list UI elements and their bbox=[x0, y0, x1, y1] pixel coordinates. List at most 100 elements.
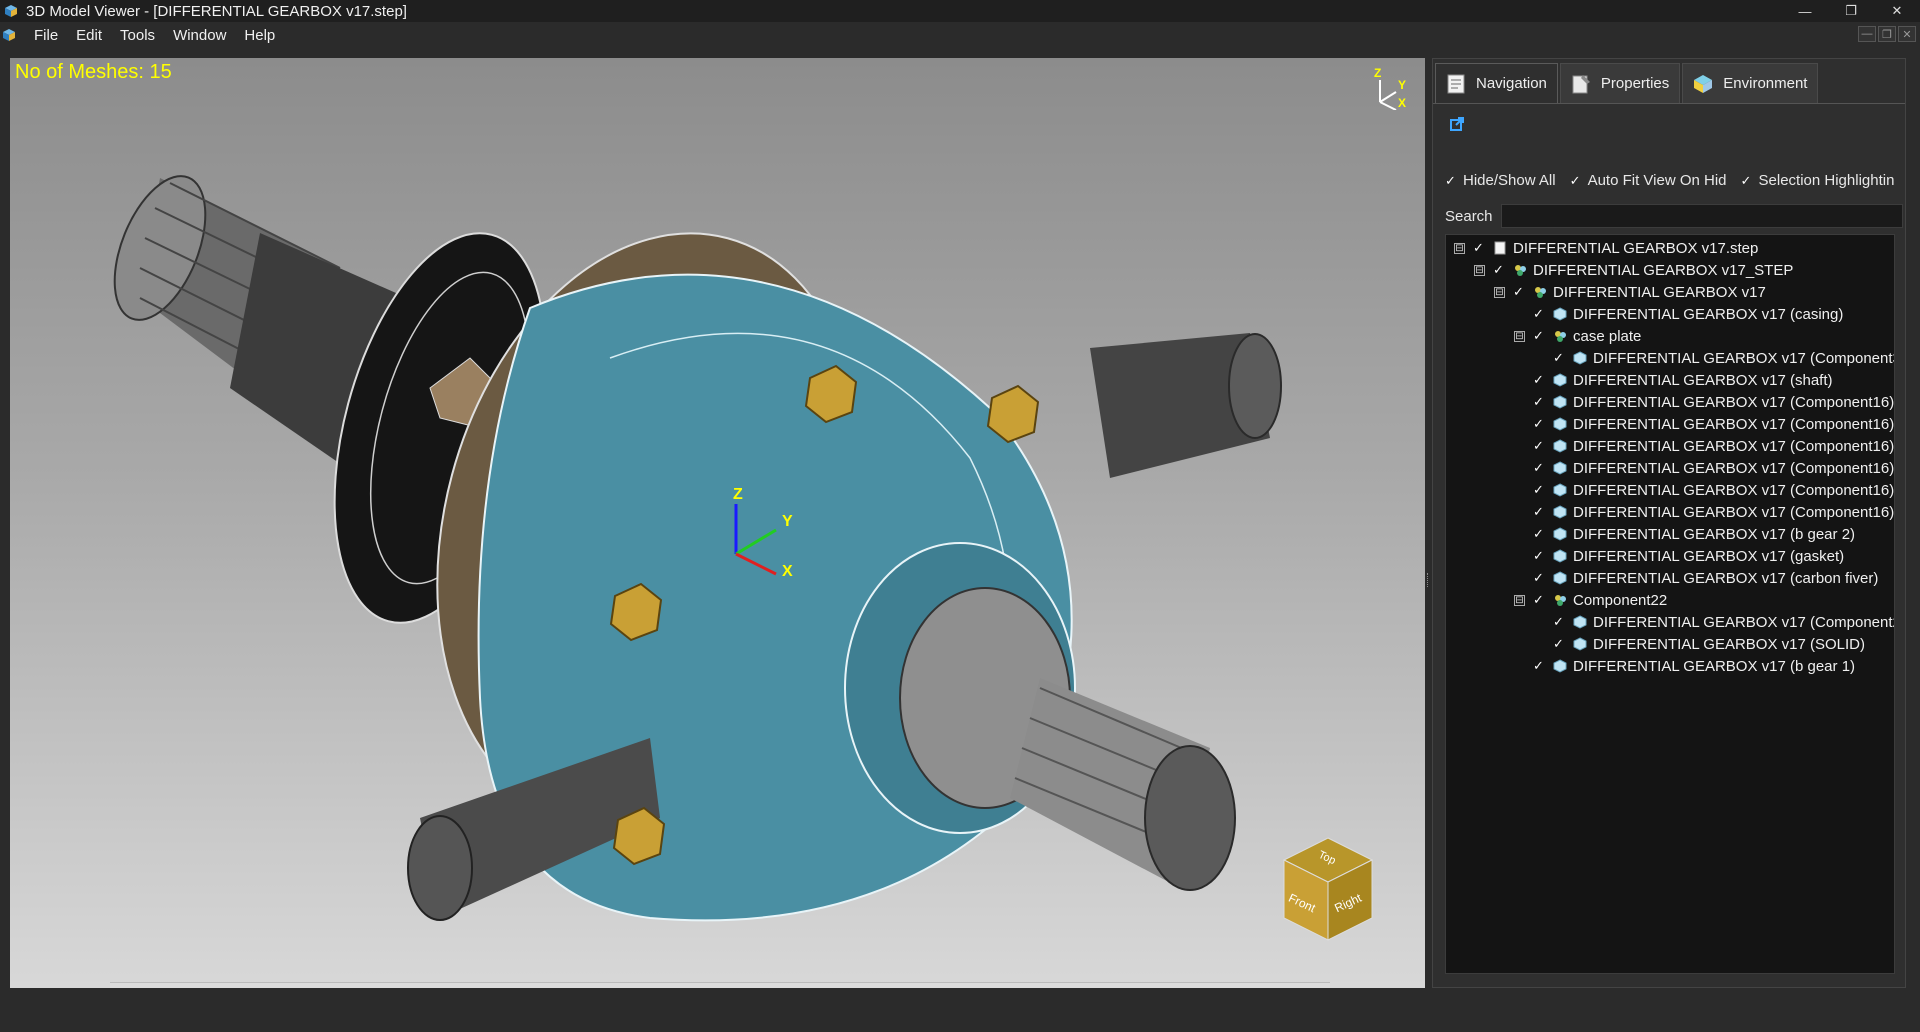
tree-node[interactable]: ✓ DIFFERENTIAL GEARBOX v17 (carbon fiver) bbox=[1514, 567, 1878, 589]
tree-node[interactable]: ⊟ ✓ DIFFERENTIAL GEARBOX v17 bbox=[1494, 281, 1766, 303]
tree-node-checkbox[interactable]: ✓ bbox=[1553, 636, 1565, 652]
part-icon bbox=[1553, 439, 1567, 453]
model-tree[interactable]: ⊟ ✓ DIFFERENTIAL GEARBOX v17.step ⊟ ✓ DIFFERE… bbox=[1445, 234, 1895, 974]
part-icon bbox=[1573, 615, 1587, 629]
tree-node-label: DIFFERENTIAL GEARBOX v17 (carbon fiver) bbox=[1573, 569, 1879, 587]
tree-node-checkbox[interactable]: ✓ bbox=[1533, 548, 1545, 564]
restore-button[interactable]: ❐ bbox=[1828, 0, 1874, 22]
tree-node-checkbox[interactable]: ✓ bbox=[1533, 460, 1545, 476]
menu-tools[interactable]: Tools bbox=[112, 27, 163, 44]
part-icon bbox=[1553, 659, 1567, 673]
menu-file[interactable]: File bbox=[26, 27, 66, 44]
tree-node[interactable]: ✓ DIFFERENTIAL GEARBOX v17 (Component16) bbox=[1514, 457, 1894, 479]
assembly-icon bbox=[1515, 265, 1526, 276]
checkbox-mark[interactable]: ✓ bbox=[1570, 174, 1582, 187]
tree-collapse-toggle[interactable]: ⊟ bbox=[1494, 286, 1505, 298]
tree-node-checkbox[interactable]: ✓ bbox=[1533, 438, 1545, 454]
tree-node[interactable]: ⊟ ✓ DIFFERENTIAL GEARBOX v17_STEP bbox=[1474, 259, 1793, 281]
tree-node[interactable]: ✓ DIFFERENTIAL GEARBOX v17 (Component3) bbox=[1534, 347, 1894, 369]
menu-edit[interactable]: Edit bbox=[68, 27, 110, 44]
tab-properties[interactable]: Properties bbox=[1559, 63, 1681, 103]
tree-node[interactable]: ⊟ ✓ DIFFERENTIAL GEARBOX v17.step bbox=[1454, 237, 1758, 259]
gearbox-model[interactable] bbox=[10, 58, 1425, 988]
tree-node-label: DIFFERENTIAL GEARBOX v17 (casing) bbox=[1573, 305, 1844, 323]
search-input[interactable] bbox=[1500, 204, 1903, 228]
axis-x-label: X bbox=[782, 563, 793, 580]
tree-node-label: DIFFERENTIAL GEARBOX v17_STEP bbox=[1533, 261, 1794, 279]
doc-minimize-button[interactable]: — bbox=[1858, 26, 1876, 42]
panel-tabs: Navigation Properties Environment bbox=[1435, 63, 1820, 103]
tree-node[interactable]: ✓ DIFFERENTIAL GEARBOX v17 (b gear 1) bbox=[1514, 655, 1855, 677]
tree-node-label: case plate bbox=[1573, 327, 1642, 345]
corner-axis-y-label: Y bbox=[1398, 78, 1407, 92]
assembly-icon bbox=[1555, 331, 1566, 342]
tree-node[interactable]: ✓ DIFFERENTIAL GEARBOX v17 (shaft) bbox=[1514, 369, 1833, 391]
tree-node-checkbox[interactable]: ✓ bbox=[1533, 416, 1545, 432]
axis-z-label: Z bbox=[733, 486, 743, 503]
tree-node-label: DIFFERENTIAL GEARBOX v17 (shaft) bbox=[1573, 371, 1833, 389]
side-panel: Navigation Properties Environment ✓ Hide… bbox=[1432, 58, 1906, 988]
navigation-tab-body: ✓ Hide/Show All ✓ Auto Fit View On Hid ✓… bbox=[1433, 103, 1905, 987]
3d-viewport[interactable]: No of Meshes: 15 Z Y X Z Y X Top Front R… bbox=[10, 58, 1425, 988]
tree-node-checkbox[interactable]: ✓ bbox=[1493, 262, 1505, 278]
corner-axis-x-label: X bbox=[1398, 96, 1407, 110]
horizontal-scrollbar[interactable] bbox=[110, 982, 1330, 988]
tree-node-checkbox[interactable]: ✓ bbox=[1533, 658, 1545, 674]
tree-node-checkbox[interactable]: ✓ bbox=[1473, 240, 1485, 256]
tree-node-checkbox[interactable]: ✓ bbox=[1513, 284, 1525, 300]
tab-navigation[interactable]: Navigation bbox=[1435, 63, 1558, 103]
tree-node-label: Component22 bbox=[1573, 591, 1668, 609]
tree-node-checkbox[interactable]: ✓ bbox=[1533, 394, 1545, 410]
doc-close-button[interactable]: ✕ bbox=[1898, 26, 1916, 42]
tree-collapse-toggle[interactable]: ⊟ bbox=[1474, 264, 1485, 276]
view-cube[interactable]: Top Front Right bbox=[1278, 836, 1378, 946]
doc-restore-button[interactable]: ❐ bbox=[1878, 26, 1896, 42]
tree-node[interactable]: ✓ DIFFERENTIAL GEARBOX v17 (Component16) bbox=[1514, 501, 1894, 523]
popout-icon[interactable] bbox=[1449, 116, 1465, 132]
selection-highlighting-checkbox[interactable]: ✓ Selection Highlightin bbox=[1741, 172, 1895, 189]
tab-environment[interactable]: Environment bbox=[1682, 63, 1819, 103]
tree-node[interactable]: ✓ DIFFERENTIAL GEARBOX v17 (b gear 2) bbox=[1514, 523, 1855, 545]
tree-node[interactable]: ⊟ ✓ case plate bbox=[1514, 325, 1641, 347]
tree-node[interactable]: ✓ DIFFERENTIAL GEARBOX v17 (Component16) bbox=[1514, 413, 1894, 435]
tree-node-checkbox[interactable]: ✓ bbox=[1553, 614, 1565, 630]
tree-node[interactable]: ✓ DIFFERENTIAL GEARBOX v17 (Component16) bbox=[1514, 479, 1894, 501]
minimize-button[interactable]: — bbox=[1782, 0, 1828, 22]
tree-node[interactable]: ✓ DIFFERENTIAL GEARBOX v17 (Component16) bbox=[1514, 435, 1894, 457]
tree-node-checkbox[interactable]: ✓ bbox=[1533, 592, 1545, 608]
part-icon bbox=[1553, 373, 1567, 387]
menu-window[interactable]: Window bbox=[165, 27, 234, 44]
part-icon bbox=[1553, 571, 1567, 585]
selection-highlighting-label: Selection Highlightin bbox=[1758, 172, 1895, 189]
tree-node[interactable]: ✓ DIFFERENTIAL GEARBOX v17 (casing) bbox=[1514, 303, 1843, 325]
tree-node-label: DIFFERENTIAL GEARBOX v17 bbox=[1553, 283, 1766, 301]
tree-node-checkbox[interactable]: ✓ bbox=[1533, 526, 1545, 542]
tree-node[interactable]: ✓ DIFFERENTIAL GEARBOX v17 (gasket) bbox=[1514, 545, 1844, 567]
auto-fit-view-checkbox[interactable]: ✓ Auto Fit View On Hid bbox=[1570, 172, 1727, 189]
part-icon bbox=[1553, 395, 1567, 409]
tree-collapse-toggle[interactable]: ⊟ bbox=[1454, 242, 1465, 254]
splitter-grip[interactable] bbox=[1427, 573, 1430, 587]
tree-node-checkbox[interactable]: ✓ bbox=[1533, 372, 1545, 388]
tree-collapse-toggle[interactable]: ⊟ bbox=[1514, 330, 1525, 342]
tree-node[interactable]: ✓ DIFFERENTIAL GEARBOX v17 (SOLID) bbox=[1534, 633, 1865, 655]
checkbox-mark[interactable]: ✓ bbox=[1741, 174, 1753, 187]
title-bar: 3D Model Viewer - [DIFFERENTIAL GEARBOX … bbox=[0, 0, 1920, 22]
checkbox-mark[interactable]: ✓ bbox=[1445, 174, 1457, 187]
right-shaft bbox=[1090, 333, 1282, 478]
tree-collapse-toggle[interactable]: ⊟ bbox=[1514, 594, 1525, 606]
tree-node-checkbox[interactable]: ✓ bbox=[1533, 504, 1545, 520]
tree-node-checkbox[interactable]: ✓ bbox=[1553, 350, 1565, 366]
tree-node-checkbox[interactable]: ✓ bbox=[1533, 482, 1545, 498]
menu-help[interactable]: Help bbox=[236, 27, 283, 44]
options-checkboxes: ✓ Hide/Show All ✓ Auto Fit View On Hid ✓… bbox=[1445, 172, 1905, 189]
hide-show-all-checkbox[interactable]: ✓ Hide/Show All bbox=[1445, 172, 1556, 189]
tree-node-checkbox[interactable]: ✓ bbox=[1533, 306, 1545, 322]
tree-node-checkbox[interactable]: ✓ bbox=[1533, 570, 1545, 586]
part-icon bbox=[1553, 505, 1567, 519]
tree-node[interactable]: ⊟ ✓ Component22 bbox=[1514, 589, 1667, 611]
tree-node-checkbox[interactable]: ✓ bbox=[1533, 328, 1545, 344]
tree-node[interactable]: ✓ DIFFERENTIAL GEARBOX v17 (Component16) bbox=[1514, 391, 1894, 413]
tree-node[interactable]: ✓ DIFFERENTIAL GEARBOX v17 (Component25) bbox=[1534, 611, 1894, 633]
close-button[interactable]: ✕ bbox=[1874, 0, 1920, 22]
